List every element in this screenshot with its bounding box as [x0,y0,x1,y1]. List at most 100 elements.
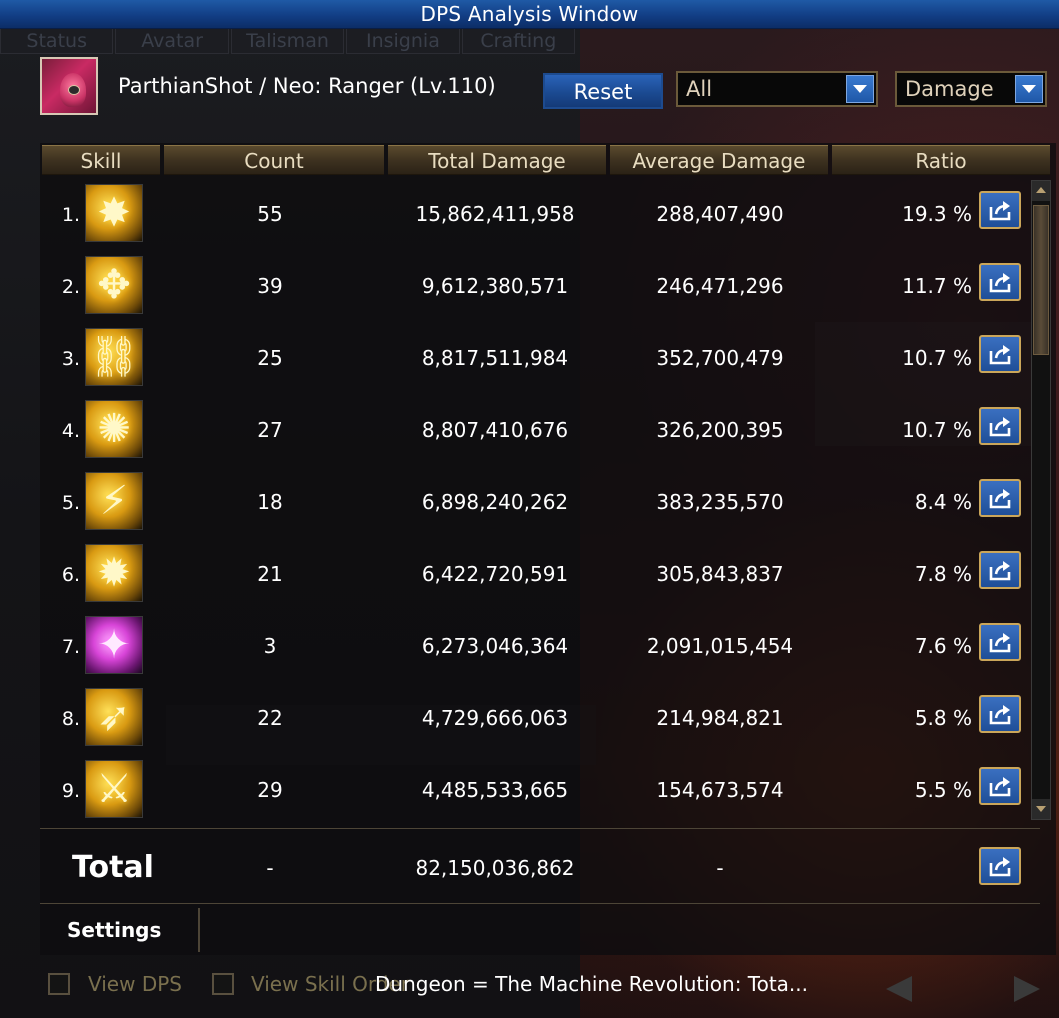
export-icon [989,777,1011,797]
row-total-damage: 6,898,240,262 [421,490,569,514]
spiral-shot-skill-icon: ✺ [85,400,143,458]
export-icon [989,201,1011,221]
row-rank: 9. [61,780,80,802]
chains-skill-icon: ⛓ [85,328,143,386]
leap-kick-skill-icon: ⚔ [85,760,143,818]
row-total-damage: 9,612,380,571 [421,274,569,298]
background-tab-avatar: Avatar [115,28,229,54]
row-ratio: 5.8 % [914,706,972,730]
total-divider [40,828,1040,829]
table-row[interactable]: 3. ⛓ 25 8,817,511,984 352,700,479 10.7 % [40,326,1040,398]
view-dps-checkbox[interactable] [48,973,70,995]
column-header-average-damage[interactable]: Average Damage [610,145,828,175]
export-icon [989,561,1011,581]
row-average-damage: 154,673,574 [656,778,784,802]
row-count: 3 [263,634,277,658]
background-tab-crafting: Crafting [461,28,576,54]
row-count: 39 [257,274,283,298]
title-bar[interactable]: DPS Analysis Window [0,0,1059,29]
row-export-button[interactable] [979,407,1021,445]
skill-glyph: ✦ [97,622,131,668]
row-export-button[interactable] [979,191,1021,229]
piercing-arrow-skill-icon: ➶ [85,688,143,746]
row-count: 22 [257,706,283,730]
row-ratio: 10.7 % [902,418,972,442]
settings-tab[interactable]: Settings [40,908,200,952]
export-icon [989,273,1011,293]
column-header-count[interactable]: Count [164,145,384,175]
avatar-eye [68,85,80,95]
export-icon [989,489,1011,509]
table-row[interactable]: 6. ✹ 21 6,422,720,591 305,843,837 7.8 % [40,542,1040,614]
scroll-down-icon[interactable] [1032,799,1050,819]
table-row[interactable]: 2. ✥ 39 9,612,380,571 246,471,296 11.7 % [40,254,1040,326]
previous-page-icon[interactable] [886,976,912,1002]
scroll-up-icon[interactable] [1032,181,1050,201]
next-page-icon[interactable] [1014,976,1040,1002]
table-row[interactable]: 4. ✺ 27 8,807,410,676 326,200,395 10.7 % [40,398,1040,470]
row-export-button[interactable] [979,695,1021,733]
reset-button[interactable]: Reset [543,73,663,109]
export-icon [989,345,1011,365]
row-export-button[interactable] [979,551,1021,589]
column-header-ratio[interactable]: Ratio [832,145,1050,175]
total-export-button[interactable] [979,847,1021,885]
row-average-damage: 246,471,296 [656,274,784,298]
row-export-button[interactable] [979,263,1021,301]
row-total-damage: 6,422,720,591 [421,562,569,586]
metric-dropdown-value: Damage [905,77,994,101]
table-row[interactable]: 7. ✦ 3 6,273,046,364 2,091,015,454 7.6 % [40,614,1040,686]
row-total-damage: 8,817,511,984 [421,346,569,370]
starburst-skill-icon: ✸ [85,184,143,242]
row-rank: 7. [61,636,80,658]
row-average-damage: 288,407,490 [656,202,784,226]
table-scrollbar[interactable] [1031,180,1051,820]
background-tab-status: Status [0,28,114,54]
metric-dropdown[interactable]: Damage [895,71,1047,107]
row-ratio: 11.7 % [902,274,972,298]
total-average: - [716,856,724,880]
skill-glyph: ➶ [97,694,131,740]
row-export-button[interactable] [979,623,1021,661]
table-row[interactable]: 5. ⚡ 18 6,898,240,262 383,235,570 8.4 % [40,470,1040,542]
row-ratio: 7.6 % [914,634,972,658]
filter-dropdown[interactable]: All [676,71,878,107]
row-export-button[interactable] [979,479,1021,517]
row-average-damage: 383,235,570 [656,490,784,514]
view-dps-label: View DPS [88,972,182,996]
column-header-total-damage[interactable]: Total Damage [388,145,606,175]
crosshair-skill-icon: ✥ [85,256,143,314]
table-row[interactable]: 1. ✸ 55 15,862,411,958 288,407,490 19.3 % [40,182,1040,254]
skill-glyph: ✸ [97,190,131,236]
row-rank: 4. [61,420,80,442]
row-average-damage: 214,984,821 [656,706,784,730]
column-header-skill[interactable]: Skill [42,145,160,175]
row-rank: 8. [61,708,80,730]
row-count: 55 [257,202,283,226]
row-export-button[interactable] [979,767,1021,805]
chevron-down-icon[interactable] [846,75,874,103]
skill-glyph: ✹ [97,550,131,596]
row-rank: 2. [61,276,80,298]
scroll-thumb[interactable] [1033,205,1049,355]
row-count: 21 [257,562,283,586]
row-rank: 1. [61,204,80,226]
row-rank: 3. [61,348,80,370]
table-row[interactable]: 9. ⚔ 29 4,485,533,665 154,673,574 5.5 % [40,758,1040,830]
row-average-damage: 326,200,395 [656,418,784,442]
arcane-burst-skill-icon: ✦ [85,616,143,674]
chevron-down-icon[interactable] [1015,75,1043,103]
row-average-damage: 2,091,015,454 [646,634,794,658]
row-count: 18 [257,490,283,514]
row-export-button[interactable] [979,335,1021,373]
row-count: 29 [257,778,283,802]
total-label: Total [72,850,154,885]
skill-glyph: ⛓ [88,334,140,380]
row-rank: 6. [61,564,80,586]
view-skill-order-checkbox[interactable] [212,973,234,995]
character-name: ParthianShot / Neo: Ranger (Lv.110) [118,74,496,98]
row-total-damage: 8,807,410,676 [421,418,569,442]
row-ratio: 5.5 % [914,778,972,802]
row-ratio: 8.4 % [914,490,972,514]
table-row[interactable]: 8. ➶ 22 4,729,666,063 214,984,821 5.8 % [40,686,1040,758]
